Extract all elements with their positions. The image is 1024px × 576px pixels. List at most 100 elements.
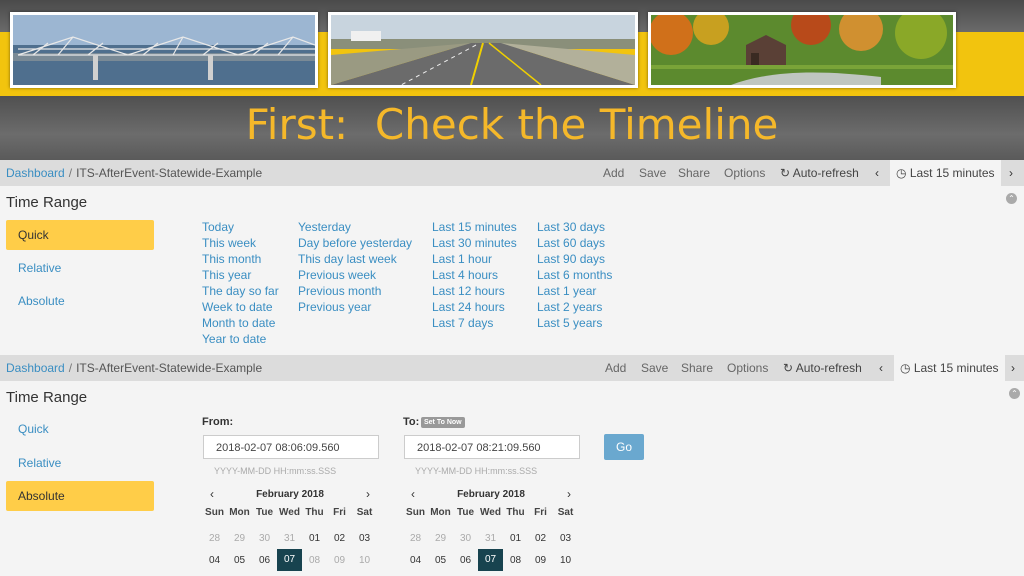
save-button[interactable]: Save	[641, 361, 668, 375]
tab-quick[interactable]: Quick	[6, 414, 154, 444]
quick-option[interactable]: Last 30 minutes	[432, 235, 517, 251]
calendar-day[interactable]: 04	[403, 555, 428, 566]
calendar-day[interactable]: 08	[503, 555, 528, 566]
next-month-button[interactable]: ›	[366, 487, 370, 501]
quick-option[interactable]: Last 1 hour	[432, 251, 517, 267]
collapse-icon[interactable]: ⌃	[1009, 388, 1020, 399]
calendar-day[interactable]: 05	[428, 555, 453, 566]
calendar-day[interactable]: 02	[327, 533, 352, 544]
calendar-day[interactable]: 03	[553, 533, 578, 544]
collapse-icon[interactable]: ⌃	[1006, 193, 1017, 204]
set-to-now-button[interactable]: Set To Now	[421, 417, 465, 428]
calendar-day[interactable]: 06	[252, 555, 277, 566]
quick-option[interactable]: Last 5 years	[537, 315, 612, 331]
calendar-day[interactable]: 10	[352, 555, 377, 566]
quick-option[interactable]: Week to date	[202, 299, 279, 315]
time-range-picker[interactable]: ◷ Last 15 minutes	[890, 160, 1001, 186]
tab-quick[interactable]: Quick	[6, 220, 154, 250]
options-button[interactable]: Options	[727, 361, 768, 375]
calendar-day[interactable]: 10	[553, 555, 578, 566]
calendar-day[interactable]: 30	[252, 533, 277, 544]
calendar-day[interactable]: 28	[202, 533, 227, 544]
time-range-picker[interactable]: ◷ Last 15 minutes	[894, 355, 1005, 381]
calendar-day[interactable]: 03	[352, 533, 377, 544]
add-button[interactable]: Add	[605, 361, 626, 375]
calendar-day[interactable]: 28	[403, 533, 428, 544]
calendar-day[interactable]: 30	[453, 533, 478, 544]
calendar-day[interactable]: 05	[227, 555, 252, 566]
calendar-day[interactable]: 01	[302, 533, 327, 544]
quick-option[interactable]: Previous week	[298, 267, 412, 283]
share-button[interactable]: Share	[678, 166, 710, 180]
quick-option[interactable]: This month	[202, 251, 279, 267]
quick-column-1: Today This week This month This year The…	[202, 219, 279, 347]
quick-option[interactable]: Year to date	[202, 331, 279, 347]
quick-option[interactable]: Last 1 year	[537, 283, 612, 299]
quick-option[interactable]: Today	[202, 219, 279, 235]
calendar-day[interactable]: 29	[428, 533, 453, 544]
time-next-button[interactable]: ›	[1002, 355, 1024, 381]
quick-option[interactable]: Last 12 hours	[432, 283, 517, 299]
quick-option[interactable]: The day so far	[202, 283, 279, 299]
weekday: Thu	[506, 507, 525, 518]
quick-option[interactable]: Last 60 days	[537, 235, 612, 251]
auto-refresh-button[interactable]: ↻ Auto-refresh	[780, 166, 859, 180]
calendar-day[interactable]: 31	[277, 533, 302, 544]
breadcrumb-separator: /	[68, 361, 73, 375]
time-prev-button[interactable]: ‹	[866, 160, 888, 186]
quick-column-2: Yesterday Day before yesterday This day …	[298, 219, 412, 315]
quick-option[interactable]: Day before yesterday	[298, 235, 412, 251]
tab-absolute[interactable]: Absolute	[6, 286, 154, 316]
quick-option[interactable]: Last 24 hours	[432, 299, 517, 315]
time-range-heading: Time Range	[6, 389, 88, 406]
go-button[interactable]: Go	[604, 434, 644, 460]
calendar-day[interactable]: 09	[327, 555, 352, 566]
quick-option[interactable]: Previous year	[298, 299, 412, 315]
quick-option[interactable]: Previous month	[298, 283, 412, 299]
calendar-day[interactable]: 29	[227, 533, 252, 544]
quick-option[interactable]: Last 7 days	[432, 315, 517, 331]
calendar-day[interactable]: 02	[528, 533, 553, 544]
tab-relative[interactable]: Relative	[6, 253, 154, 283]
share-button[interactable]: Share	[681, 361, 713, 375]
tab-absolute[interactable]: Absolute	[6, 481, 154, 511]
next-month-button[interactable]: ›	[567, 487, 571, 501]
add-button[interactable]: Add	[603, 166, 624, 180]
to-date-input[interactable]: 2018-02-07 08:21:09.560	[404, 435, 580, 459]
calendar-day-selected[interactable]: 07	[277, 549, 302, 571]
quick-option[interactable]: Last 90 days	[537, 251, 612, 267]
calendar-day-selected[interactable]: 07	[478, 549, 503, 571]
quick-option[interactable]: This day last week	[298, 251, 412, 267]
from-calendar: ‹ February 2018 › Sun Mon Tue Wed Thu Fr…	[202, 487, 378, 571]
calendar-day[interactable]: 09	[528, 555, 553, 566]
quick-option[interactable]: Last 4 hours	[432, 267, 517, 283]
time-next-button[interactable]: ›	[1000, 160, 1022, 186]
options-button[interactable]: Options	[724, 166, 765, 180]
calendar-day[interactable]: 06	[453, 555, 478, 566]
time-prev-button[interactable]: ‹	[870, 355, 892, 381]
quick-option[interactable]: Last 6 months	[537, 267, 612, 283]
from-label: From:	[202, 416, 234, 428]
auto-refresh-button[interactable]: ↻ Auto-refresh	[783, 361, 862, 375]
slide-title: First: Check the Timeline	[245, 100, 779, 149]
calendar-day[interactable]: 31	[478, 533, 503, 544]
quick-option[interactable]: Month to date	[202, 315, 279, 331]
quick-option[interactable]: Last 15 minutes	[432, 219, 517, 235]
weekday: Tue	[456, 507, 475, 518]
from-date-input[interactable]: 2018-02-07 08:06:09.560	[203, 435, 379, 459]
calendar-day[interactable]: 08	[302, 555, 327, 566]
quick-option[interactable]: Yesterday	[298, 219, 412, 235]
quick-option[interactable]: This year	[202, 267, 279, 283]
tab-relative[interactable]: Relative	[6, 448, 154, 478]
save-button[interactable]: Save	[639, 166, 666, 180]
breadcrumb: Dashboard / ITS-AfterEvent-Statewide-Examp…	[6, 361, 262, 375]
weekday: Tue	[255, 507, 274, 518]
calendar-day[interactable]: 04	[202, 555, 227, 566]
quick-option[interactable]: Last 2 years	[537, 299, 612, 315]
quick-option[interactable]: This week	[202, 235, 279, 251]
calendar-day[interactable]: 01	[503, 533, 528, 544]
breadcrumb-dashboard-link[interactable]: Dashboard	[6, 361, 65, 375]
breadcrumb-dashboard-link[interactable]: Dashboard	[6, 166, 65, 180]
weekday: Fri	[333, 507, 346, 518]
quick-option[interactable]: Last 30 days	[537, 219, 612, 235]
